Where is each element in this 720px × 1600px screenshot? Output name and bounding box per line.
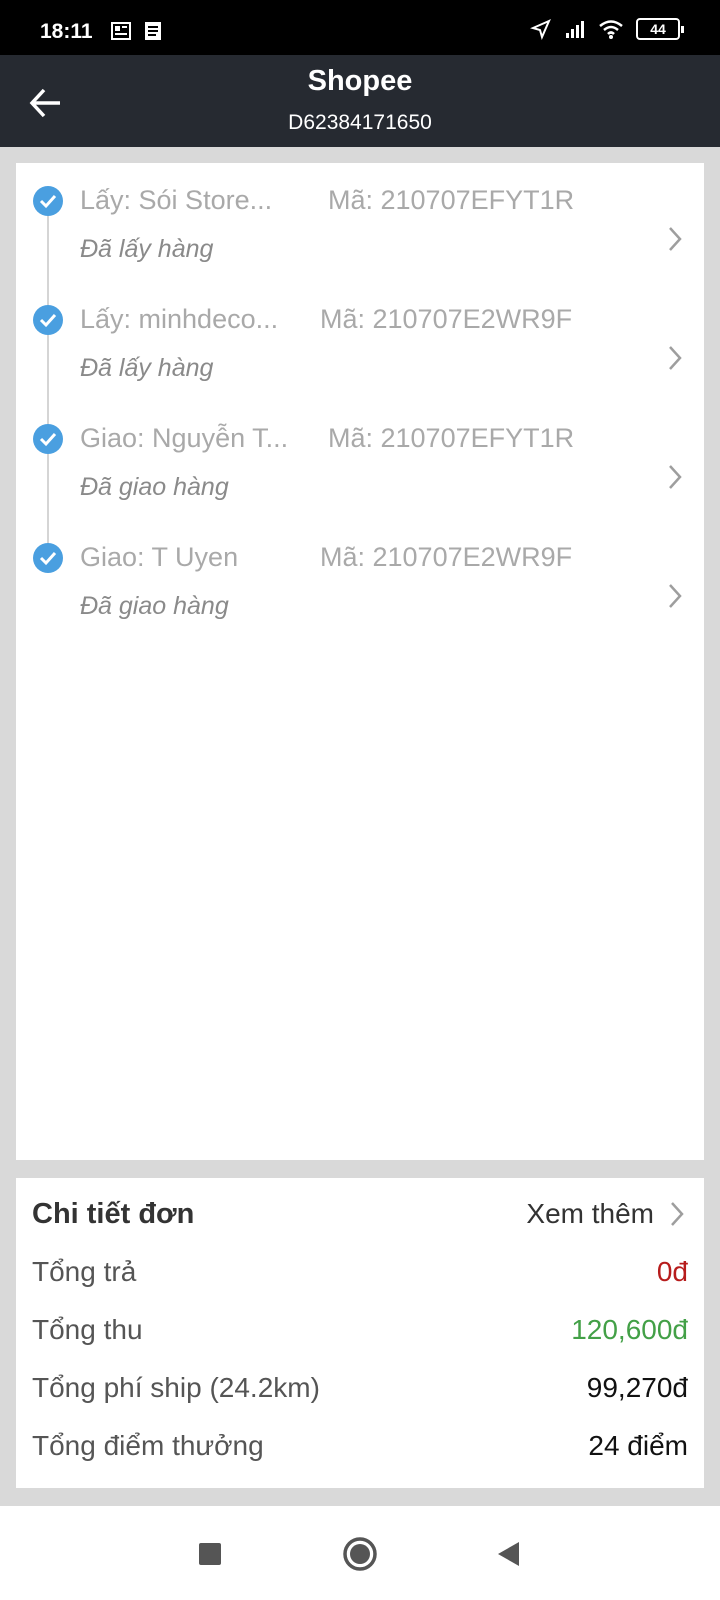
stop-name: Lấy: Sói Store... xyxy=(80,185,273,215)
stop-status: Đã giao hàng xyxy=(80,592,229,620)
detail-label: Tổng phí ship (24.2km) xyxy=(32,1372,320,1403)
order-details-card: Chi tiết đơn Xem thêm Tổng trả 0đ Tổng t… xyxy=(16,1178,704,1488)
stop-item[interactable]: Giao: Nguyễn T... Mã: 210707EFYT1R Đã gi… xyxy=(16,401,704,511)
stop-code: Mã: 210707E2WR9F xyxy=(320,304,573,334)
circle-icon xyxy=(343,1537,377,1571)
signal-icon xyxy=(566,21,584,38)
home-button[interactable] xyxy=(338,1532,382,1576)
location-arrow-icon xyxy=(530,19,551,40)
detail-label: Tổng điểm thưởng xyxy=(32,1430,264,1461)
stop-item[interactable]: Lấy: minhdeco... Mã: 210707E2WR9F Đã lấy… xyxy=(16,282,704,392)
stop-status: Đã giao hàng xyxy=(80,473,229,501)
detail-label: Tổng trả xyxy=(32,1256,137,1287)
check-circle-icon xyxy=(33,186,63,216)
notes-icon xyxy=(145,22,161,40)
recents-button[interactable] xyxy=(188,1532,232,1576)
detail-row-total-collected: Tổng thu 120,600đ xyxy=(32,1314,688,1354)
chevron-right-icon xyxy=(669,346,682,370)
detail-value: 99,270đ xyxy=(586,1372,688,1403)
system-nav-bar xyxy=(0,1506,720,1600)
check-circle-icon xyxy=(33,305,63,335)
check-circle-icon xyxy=(33,543,63,573)
triangle-back-icon xyxy=(498,1542,519,1566)
stop-name: Giao: T Uyen xyxy=(80,542,239,572)
order-id: D62384171650 xyxy=(288,111,432,134)
stops-card: Lấy: Sói Store... Mã: 210707EFYT1R Đã lấ… xyxy=(16,163,704,1160)
detail-row-shipping-fee: Tổng phí ship (24.2km) 99,270đ xyxy=(32,1372,688,1412)
wifi-icon xyxy=(599,20,623,39)
see-more-label: Xem thêm xyxy=(526,1198,654,1229)
detail-value: 0đ xyxy=(656,1256,688,1287)
battery-icon: 44 xyxy=(636,18,684,40)
back-nav-button[interactable] xyxy=(486,1532,530,1576)
stop-status: Đã lấy hàng xyxy=(80,354,214,382)
stop-code: Mã: 210707EFYT1R xyxy=(328,185,575,215)
stop-item[interactable]: Giao: T Uyen Mã: 210707E2WR9F Đã giao hà… xyxy=(16,520,704,630)
detail-value: 24 điểm xyxy=(588,1430,688,1461)
detail-row-reward-points: Tổng điểm thưởng 24 điểm xyxy=(32,1430,688,1470)
stop-item[interactable]: Lấy: Sói Store... Mã: 210707EFYT1R Đã lấ… xyxy=(16,163,704,273)
chevron-right-icon xyxy=(669,584,682,608)
see-more-button[interactable]: Xem thêm xyxy=(526,1198,684,1230)
details-title: Chi tiết đơn xyxy=(32,1198,195,1230)
stop-name: Lấy: minhdeco... xyxy=(80,304,279,334)
stop-code: Mã: 210707E2WR9F xyxy=(320,542,573,572)
detail-value: 120,600đ xyxy=(571,1314,688,1345)
detail-row-total-paid: Tổng trả 0đ xyxy=(32,1256,688,1296)
app-header: Shopee D62384171650 xyxy=(0,55,720,147)
stop-status: Đã lấy hàng xyxy=(80,235,214,263)
battery-level: 44 xyxy=(650,21,666,37)
chevron-right-icon xyxy=(669,465,682,489)
stop-code: Mã: 210707EFYT1R xyxy=(328,423,575,453)
chevron-right-icon xyxy=(671,1202,684,1226)
chevron-right-icon xyxy=(669,227,682,251)
square-icon xyxy=(199,1543,221,1565)
news-icon xyxy=(111,22,131,40)
status-time: 18:11 xyxy=(40,20,93,43)
status-bar: 18:11 44 xyxy=(0,0,720,55)
check-circle-icon xyxy=(33,424,63,454)
stop-name: Giao: Nguyễn T... xyxy=(80,423,289,453)
detail-label: Tổng thu xyxy=(32,1314,143,1345)
page-title: Shopee xyxy=(307,65,413,97)
